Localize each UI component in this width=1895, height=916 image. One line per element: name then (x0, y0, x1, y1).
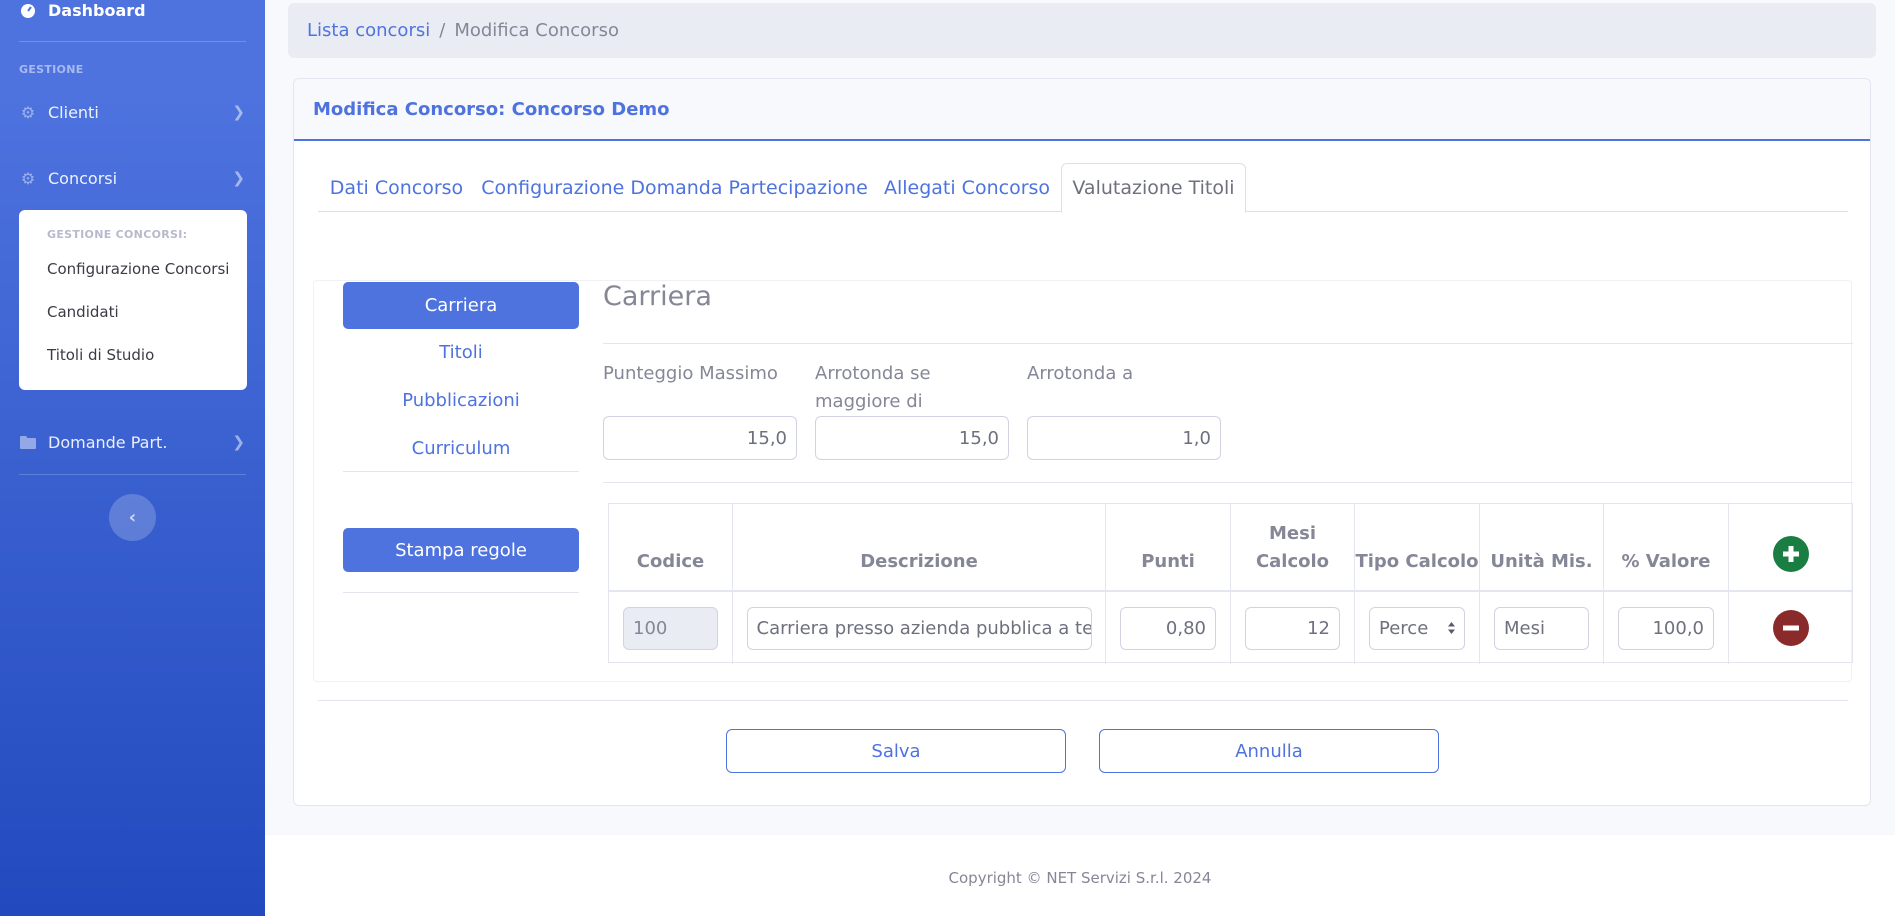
stampa-regole-button[interactable]: Stampa regole (343, 528, 579, 572)
punti-input[interactable]: 0,80 (1120, 606, 1216, 650)
sidebar-item-label: Domande Part. (48, 432, 168, 452)
table-row: 100 (609, 592, 733, 664)
valore-input[interactable]: 100,0 (1618, 606, 1714, 650)
card-title: Modifica Concorso: Concorso Demo (313, 98, 670, 120)
add-row-cell (1729, 504, 1852, 590)
category-curriculum-link[interactable]: Curriculum (343, 438, 579, 459)
chevron-right-icon: ❯ (232, 103, 245, 121)
category-carriera-button[interactable]: Carriera (343, 282, 579, 329)
mesi-calcolo-input[interactable]: 12 (1245, 606, 1340, 650)
submenu-item-titoli[interactable]: Titoli di Studio (19, 345, 247, 388)
sidebar-item-label: Clienti (48, 102, 99, 122)
sidebar-toggle-button[interactable]: ‹ (109, 494, 156, 541)
breadcrumb-current: Modifica Concorso (454, 20, 619, 41)
sidebar-submenu-concorsi: GESTIONE CONCORSI: Configurazione Concor… (19, 210, 247, 390)
nav-divider (343, 592, 579, 593)
tab-bar: Dati Concorso Configurazione Domanda Par… (318, 163, 1848, 213)
cancel-button[interactable]: Annulla (1099, 729, 1439, 773)
column-header-unita-mis: Unità Mis. (1480, 504, 1604, 590)
arrotonda-maggiore-label: Arrotonda se maggiore di (815, 363, 931, 412)
sidebar-item-dashboard[interactable]: Dashboard (19, 0, 245, 20)
column-header-valore: % Valore (1604, 504, 1729, 590)
sort-arrows-icon (1448, 622, 1455, 634)
category-titoli-link[interactable]: Titoli (343, 342, 579, 363)
sidebar-divider (19, 474, 246, 475)
chevron-right-icon: ❯ (232, 433, 245, 451)
add-row-button[interactable] (1772, 536, 1809, 572)
edit-card: Modifica Concorso: Concorso Demo Dati Co… (293, 78, 1871, 806)
sidebar-divider (19, 41, 246, 42)
arrotonda-a-label: Arrotonda a (1027, 363, 1134, 384)
table-cell-punti: 0,80 (1106, 592, 1231, 664)
remove-row-button[interactable] (1772, 610, 1809, 646)
nav-divider (343, 471, 579, 472)
sidebar-item-label: Concorsi (48, 168, 118, 188)
breadcrumb-separator: / (439, 20, 446, 41)
arrotonda-a-input[interactable]: 1,0 (1027, 416, 1221, 460)
rules-table: Codice Descrizione Punti Mesi Calcolo Ti… (608, 503, 1853, 664)
sidebar-item-domande[interactable]: Domande Part. ❯ (19, 431, 245, 453)
column-header-mesi-calcolo: Mesi Calcolo (1231, 504, 1355, 590)
tab-valutazione-titoli[interactable]: Valutazione Titoli (1061, 163, 1246, 213)
tab-allegati-concorso[interactable]: Allegati Concorso (874, 163, 1060, 212)
form-divider (318, 700, 1848, 701)
chevron-left-icon: ‹ (128, 507, 137, 528)
sidebar: Dashboard GESTIONE ⚙ Clienti ❯ ⚙ Concors… (0, 0, 265, 916)
codice-input: 100 (623, 606, 718, 650)
card-header: Modifica Concorso: Concorso Demo (294, 79, 1870, 141)
tab-configurazione-domanda[interactable]: Configurazione Domanda Partecipazione (475, 163, 874, 212)
column-header-tipo-calcolo: Tipo Calcolo (1355, 504, 1480, 590)
submenu-heading: GESTIONE CONCORSI: (47, 228, 188, 241)
sidebar-item-label: Dashboard (48, 0, 146, 20)
minus-icon (1782, 625, 1799, 631)
table-cell-mesi: 12 (1231, 592, 1355, 664)
table-cell-descrizione: Carriera presso azienda pubblica a tem (733, 592, 1106, 664)
folder-icon (19, 433, 37, 451)
plus-icon (1782, 546, 1799, 562)
table-cell-valore: 100,0 (1604, 592, 1729, 664)
column-header-descrizione: Descrizione (733, 504, 1106, 590)
arrotonda-maggiore-input[interactable]: 15,0 (815, 416, 1009, 460)
chevron-right-icon: ❯ (232, 169, 245, 187)
section-divider (603, 482, 1853, 483)
sidebar-item-clienti[interactable]: ⚙ Clienti ❯ (19, 101, 245, 123)
submenu-item-candidati[interactable]: Candidati (19, 302, 247, 345)
submenu-item-configurazione[interactable]: Configurazione Concorsi (19, 259, 247, 302)
tachometer-icon (19, 1, 37, 19)
column-header-codice: Codice (609, 504, 733, 590)
unita-mis-input[interactable]: Mesi (1494, 606, 1589, 650)
punteggio-massimo-input[interactable]: 15,0 (603, 416, 797, 460)
punteggio-massimo-label: Punteggio Massimo (603, 363, 778, 384)
breadcrumb-link-lista-concorsi[interactable]: Lista concorsi (307, 20, 430, 41)
category-pubblicazioni-link[interactable]: Pubblicazioni (343, 390, 579, 411)
tipo-calcolo-value: Perce (1379, 617, 1429, 639)
column-header-punti: Punti (1106, 504, 1231, 590)
section-divider (603, 343, 1853, 344)
save-button[interactable]: Salva (726, 729, 1066, 773)
descrizione-input[interactable]: Carriera presso azienda pubblica a tem (746, 606, 1092, 650)
table-cell-remove (1729, 592, 1852, 664)
sidebar-heading: GESTIONE (19, 63, 84, 76)
table-cell-unita: Mesi (1480, 592, 1604, 664)
sidebar-item-concorsi[interactable]: ⚙ Concorsi ❯ (19, 167, 245, 189)
valutazione-panel: Carriera Titoli Pubblicazioni Curriculum… (313, 280, 1853, 682)
table-cell-tipo: Perce (1355, 592, 1480, 664)
tipo-calcolo-select[interactable]: Perce (1369, 606, 1465, 650)
copyright-text: Copyright © NET Servizi S.r.l. 2024 (948, 869, 1212, 887)
gear-icon: ⚙ (20, 168, 36, 188)
section-title: Carriera (603, 281, 712, 312)
gear-icon: ⚙ (20, 102, 36, 122)
tab-dati-concorso[interactable]: Dati Concorso (318, 163, 475, 212)
breadcrumb: Lista concorsi / Modifica Concorso (288, 3, 1876, 58)
